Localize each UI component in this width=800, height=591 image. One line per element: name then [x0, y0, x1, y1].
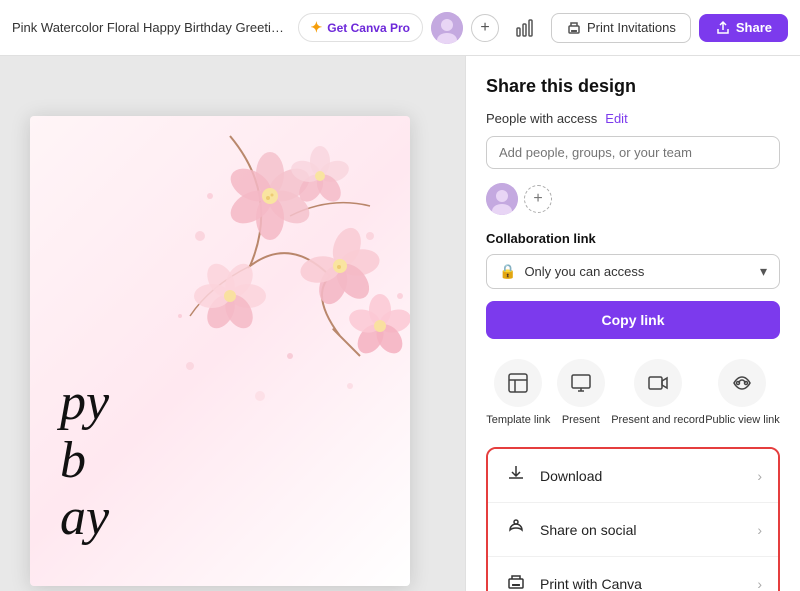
print-canva-icon	[504, 571, 528, 591]
access-option-text: Only you can access	[524, 264, 644, 279]
present-record-option[interactable]: Present and record	[611, 359, 705, 427]
share-social-chevron-icon: ›	[757, 522, 762, 538]
present-option[interactable]: Present	[551, 359, 611, 427]
download-chevron-icon: ›	[757, 468, 762, 484]
download-label: Download	[540, 468, 602, 484]
avatar-row: +	[486, 183, 780, 215]
card-birthday-text: py b ay	[60, 374, 109, 546]
present-record-icon	[634, 359, 682, 407]
chevron-down-icon: ▾	[760, 263, 767, 280]
user-avatar	[486, 183, 518, 215]
canva-pro-label: Get Canva Pro	[327, 21, 410, 35]
template-link-option[interactable]: Template link	[486, 359, 550, 427]
avatar[interactable]	[431, 12, 463, 44]
share-options-row: Template link Present Present and record…	[486, 359, 780, 427]
print-canva-chevron-icon: ›	[757, 576, 762, 591]
people-access-row: People with access Edit	[486, 111, 780, 126]
public-view-link-label: Public view link	[705, 413, 780, 427]
canva-pro-button[interactable]: ✦ Get Canva Pro	[298, 13, 423, 42]
present-label: Present	[562, 413, 600, 427]
analytics-button[interactable]	[507, 10, 543, 46]
present-icon	[557, 359, 605, 407]
lock-icon: 🔒	[499, 263, 516, 280]
copy-link-button[interactable]: Copy link	[486, 301, 780, 339]
people-input[interactable]	[486, 136, 780, 169]
share-social-item[interactable]: Share on social ›	[488, 503, 778, 557]
public-view-link-icon	[718, 359, 766, 407]
share-panel: Share this design People with access Edi…	[465, 56, 800, 591]
topbar: Pink Watercolor Floral Happy Birthday Gr…	[0, 0, 800, 56]
add-person-button[interactable]: +	[524, 185, 552, 213]
public-view-link-option[interactable]: Public view link	[705, 359, 780, 427]
edit-access-link[interactable]: Edit	[605, 111, 627, 126]
people-access-label: People with access	[486, 111, 597, 126]
download-icon	[504, 463, 528, 488]
share-social-icon	[504, 517, 528, 542]
add-collaborator-button[interactable]: +	[471, 14, 499, 42]
share-panel-title: Share this design	[486, 76, 780, 97]
share-label: Share	[736, 20, 772, 35]
print-label: Print Invitations	[587, 20, 676, 35]
print-invitations-button[interactable]: Print Invitations	[551, 13, 691, 43]
share-button[interactable]: Share	[699, 14, 788, 42]
share-social-label: Share on social	[540, 522, 637, 538]
topbar-title: Pink Watercolor Floral Happy Birthday Gr…	[12, 20, 290, 35]
card-preview: py b ay	[30, 116, 410, 586]
download-item[interactable]: Download ›	[488, 449, 778, 503]
collaboration-dropdown[interactable]: 🔒 Only you can access ▾	[486, 254, 780, 289]
print-canva-label: Print with Canva	[540, 576, 642, 591]
canva-pro-icon: ✦	[311, 19, 323, 36]
action-list: Download › Share on social › P	[486, 447, 780, 591]
template-link-icon	[494, 359, 542, 407]
print-canva-item[interactable]: Print with Canva ›	[488, 557, 778, 591]
collab-link-label: Collaboration link	[486, 231, 780, 246]
collab-dropdown-left: 🔒 Only you can access	[499, 263, 644, 280]
template-link-label: Template link	[486, 413, 550, 427]
present-record-label: Present and record	[611, 413, 705, 427]
